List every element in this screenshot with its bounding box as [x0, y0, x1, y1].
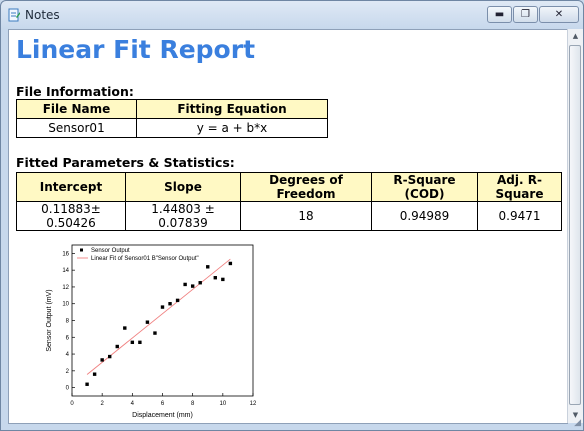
x-tick-label: 12	[250, 401, 256, 407]
data-point	[160, 305, 165, 309]
data-point	[168, 302, 172, 306]
data-point	[228, 261, 233, 266]
column-header: R-Square (COD)	[371, 172, 478, 202]
column-header: Degrees of Freedom	[240, 172, 372, 202]
column-header: Slope	[125, 172, 241, 202]
table-row: 0.11883± 0.50426 1.44803 ± 0.07839 18 0.…	[16, 201, 562, 231]
legend-entry: Sensor Output	[91, 248, 130, 254]
column-header: Intercept	[16, 172, 126, 202]
data-point	[183, 282, 187, 287]
column-header: Fitting Equation	[136, 99, 328, 119]
table-cell: 0.11883± 0.50426	[16, 201, 126, 231]
close-button[interactable]: ✕	[539, 6, 579, 23]
data-point	[100, 358, 104, 362]
y-tick-label: 10	[62, 302, 69, 308]
params-table: Intercept Slope Degrees of Freedom R-Squ…	[16, 172, 562, 231]
y-axis-label: Sensor Output (mV)	[46, 289, 53, 351]
data-point	[123, 326, 127, 330]
data-point	[221, 277, 225, 282]
data-point	[206, 265, 210, 269]
data-point	[145, 320, 150, 324]
column-header: File Name	[16, 99, 137, 119]
resize-grip-icon[interactable]: ◢	[574, 418, 581, 428]
x-axis-label: Displacement (mm)	[132, 412, 193, 419]
table-cell: 0.9471	[477, 201, 562, 231]
data-point	[153, 331, 157, 335]
table-cell: 18	[240, 201, 372, 231]
restore-button[interactable]: ❐	[513, 6, 538, 23]
table-cell: Sensor01	[16, 118, 137, 138]
minimize-button[interactable]: ▬	[487, 6, 512, 23]
title-bar[interactable]: Notes ▬ ❐ ✕	[1, 1, 583, 29]
linear-fit-chart: 0 2 4 6 8 10 12 0 2 4 6 8 10 12 14 16 Displacement (mm) S…	[34, 241, 256, 422]
legend-marker	[80, 248, 83, 252]
table-cell: 1.44803 ± 0.07839	[125, 201, 241, 231]
table-header-row: File Name Fitting Equation	[16, 99, 328, 119]
chart-svg: 0 2 4 6 8 10 120246810121416Displacement (mm)S…	[34, 241, 256, 422]
x-tick-label: 10	[219, 401, 226, 407]
notes-window: Notes ▬ ❐ ✕ Linear Fit Report File Infor…	[0, 0, 584, 431]
vertical-scrollbar[interactable]: ▲ ▼	[567, 29, 583, 423]
data-point	[130, 340, 135, 345]
data-point	[115, 344, 119, 349]
y-tick-label: 16	[62, 251, 69, 257]
data-point	[198, 281, 202, 285]
data-point	[92, 372, 97, 376]
y-tick-label: 12	[62, 285, 69, 291]
table-row: Sensor01 y = a + b*x	[16, 118, 328, 138]
file-info-heading: File Information:	[16, 84, 134, 99]
notes-content[interactable]: Linear Fit Report File Information: File…	[8, 29, 568, 424]
data-point	[213, 276, 217, 280]
data-point	[190, 284, 195, 288]
report-title: Linear Fit Report	[16, 35, 256, 64]
data-point	[175, 298, 180, 303]
scroll-thumb[interactable]	[569, 45, 581, 405]
y-tick-label: 14	[62, 268, 69, 274]
window-controls: ▬ ❐ ✕	[487, 6, 579, 23]
notes-app-icon	[8, 8, 20, 22]
table-cell: y = a + b*x	[136, 118, 328, 138]
scroll-up-arrow-icon[interactable]: ▲	[568, 29, 583, 44]
legend-entry: Linear Fit of Sensor01 B"Sensor Output"	[91, 256, 199, 262]
file-info-table: File Name Fitting Equation Sensor01 y = …	[16, 99, 328, 138]
data-point	[138, 340, 142, 345]
table-header-row: Intercept Slope Degrees of Freedom R-Squ…	[16, 172, 562, 202]
data-point	[85, 382, 89, 386]
data-point	[108, 354, 112, 359]
table-cell: 0.94989	[371, 201, 478, 231]
window-title: Notes	[25, 8, 60, 22]
params-heading: Fitted Parameters & Statistics:	[16, 155, 235, 170]
column-header: Adj. R-Square	[477, 172, 562, 202]
